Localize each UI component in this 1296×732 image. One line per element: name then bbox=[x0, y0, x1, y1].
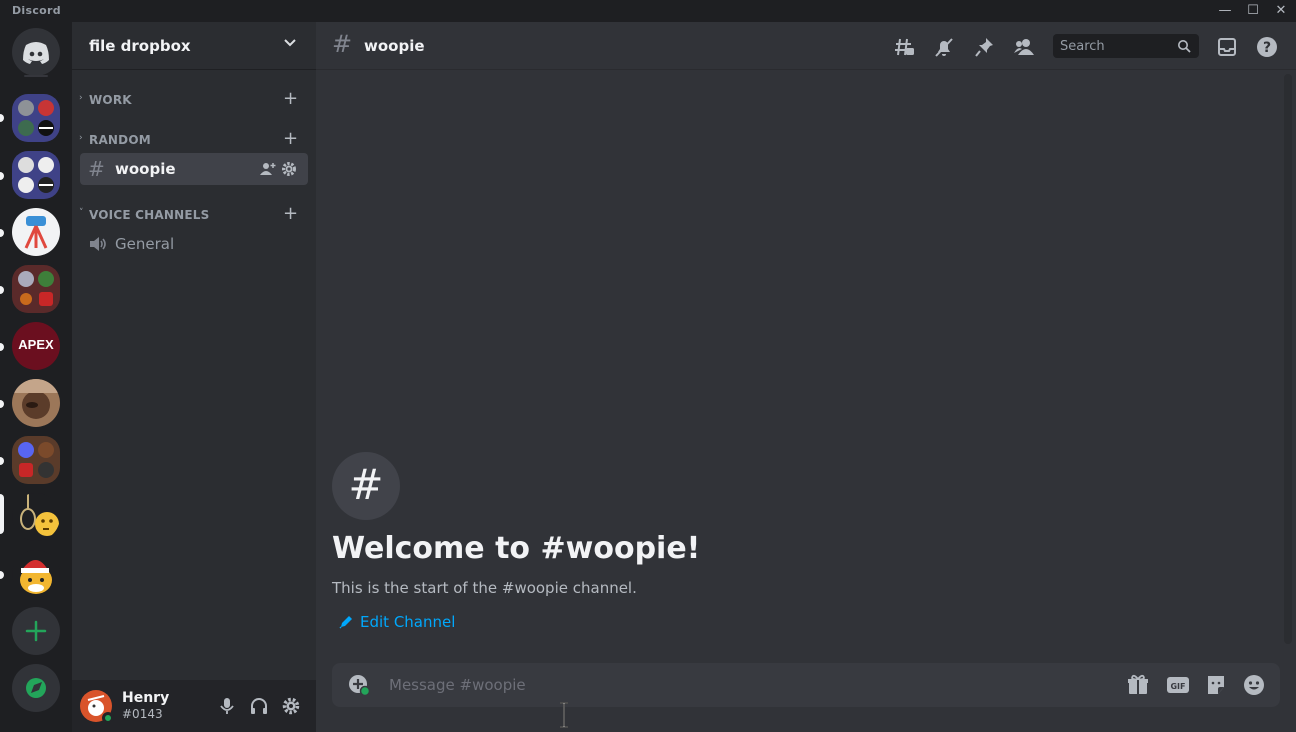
chevron-down-icon bbox=[284, 39, 296, 47]
server-noose-thinking[interactable] bbox=[12, 493, 60, 541]
unread-pill bbox=[0, 571, 4, 579]
category-label: VOICE CHANNELS bbox=[89, 208, 210, 222]
upload-plus-icon[interactable] bbox=[348, 674, 370, 696]
welcome-subtitle: This is the start of the #woopie channel… bbox=[332, 579, 637, 597]
home-discord-icon[interactable] bbox=[12, 28, 60, 76]
server-folder-2[interactable] bbox=[12, 151, 60, 199]
user-panel: Henry #0143 bbox=[72, 680, 316, 732]
user-tag: #0143 bbox=[122, 707, 163, 721]
server-avatar-person[interactable] bbox=[12, 379, 60, 427]
category-random[interactable]: › RANDOM + bbox=[72, 129, 316, 150]
speaker-icon bbox=[90, 237, 106, 251]
server-folder-1[interactable] bbox=[12, 94, 60, 142]
chat-header: # woopie Search ? bbox=[316, 22, 1296, 70]
notification-muted-icon[interactable] bbox=[933, 36, 955, 58]
server-folder-4[interactable] bbox=[12, 436, 60, 484]
message-composer[interactable]: Message #woopie GIF bbox=[332, 663, 1280, 707]
microphone-icon[interactable] bbox=[217, 696, 237, 716]
unread-pill bbox=[0, 229, 4, 237]
emoji-icon[interactable] bbox=[1242, 673, 1266, 697]
unread-pill bbox=[0, 457, 4, 465]
search-icon bbox=[1178, 40, 1191, 53]
category-label: WORK bbox=[89, 93, 132, 107]
guild-separator bbox=[24, 75, 48, 77]
create-channel-icon[interactable]: + bbox=[283, 129, 298, 149]
user-settings-gear-icon[interactable] bbox=[281, 696, 301, 716]
sticker-icon[interactable] bbox=[1204, 673, 1228, 697]
close-button[interactable]: ✕ bbox=[1267, 1, 1295, 21]
server-folder-3[interactable] bbox=[12, 265, 60, 313]
invite-icon[interactable] bbox=[260, 161, 276, 177]
svg-text:?: ? bbox=[1263, 40, 1271, 56]
maximize-button[interactable]: ☐ bbox=[1239, 1, 1267, 21]
voice-channel-general[interactable]: General bbox=[80, 228, 308, 260]
chat-area: # woopie Search ? # Welcome to #woopie! … bbox=[316, 22, 1296, 732]
title-bar: Discord — ☐ ✕ bbox=[0, 0, 1296, 22]
text-channel-icon: # bbox=[88, 157, 105, 181]
chevron-right-icon: › bbox=[79, 133, 83, 143]
unread-pill bbox=[0, 172, 4, 180]
server-header[interactable]: file dropbox bbox=[72, 22, 316, 70]
channel-woopie[interactable]: # woopie bbox=[80, 153, 308, 185]
chevron-down-icon: ˅ bbox=[79, 208, 84, 218]
pencil-icon bbox=[339, 616, 352, 629]
edit-channel-label: Edit Channel bbox=[360, 613, 456, 631]
category-label: RANDOM bbox=[89, 133, 151, 147]
server-apex[interactable]: APEX bbox=[12, 322, 60, 370]
server-list: APEX bbox=[0, 22, 72, 732]
minimize-button[interactable]: — bbox=[1211, 1, 1239, 21]
search-input[interactable]: Search bbox=[1053, 34, 1199, 58]
svg-text:GIF: GIF bbox=[1170, 682, 1185, 691]
search-placeholder: Search bbox=[1060, 39, 1105, 54]
channel-name: woopie bbox=[115, 160, 176, 178]
help-icon[interactable]: ? bbox=[1256, 36, 1278, 58]
app-title: Discord bbox=[12, 4, 61, 17]
selected-pill bbox=[0, 494, 4, 534]
channel-sidebar: file dropbox › WORK + › RANDOM + # woopi… bbox=[72, 22, 316, 732]
svg-text:APEX: APEX bbox=[18, 337, 54, 352]
add-server-icon[interactable] bbox=[12, 607, 60, 655]
threads-icon[interactable] bbox=[893, 36, 915, 58]
unread-pill bbox=[0, 114, 4, 122]
welcome-title: Welcome to #woopie! bbox=[332, 531, 701, 566]
unread-pill bbox=[0, 343, 4, 351]
username[interactable]: Henry bbox=[122, 690, 169, 706]
text-cursor-icon bbox=[560, 702, 568, 728]
explore-icon[interactable] bbox=[12, 664, 60, 712]
pin-icon[interactable] bbox=[973, 36, 995, 58]
message-input[interactable]: Message #woopie bbox=[389, 676, 526, 694]
gift-icon[interactable] bbox=[1126, 673, 1150, 697]
status-indicator bbox=[102, 712, 114, 724]
text-channel-icon: # bbox=[332, 30, 353, 58]
headphones-icon[interactable] bbox=[249, 696, 269, 716]
create-channel-icon[interactable]: + bbox=[283, 89, 298, 109]
welcome-hash-icon: # bbox=[332, 452, 400, 520]
scrollbar[interactable] bbox=[1284, 74, 1292, 644]
unread-pill bbox=[0, 400, 4, 408]
channel-title: woopie bbox=[364, 37, 425, 55]
unread-pill bbox=[0, 286, 4, 294]
settings-gear-icon[interactable] bbox=[281, 161, 297, 177]
gif-icon[interactable]: GIF bbox=[1166, 673, 1190, 697]
chevron-right-icon: › bbox=[79, 93, 83, 103]
inbox-icon[interactable] bbox=[1216, 36, 1238, 58]
member-list-icon[interactable] bbox=[1013, 36, 1035, 58]
server-name: file dropbox bbox=[89, 37, 191, 55]
category-work[interactable]: › WORK + bbox=[72, 89, 316, 110]
create-channel-icon[interactable]: + bbox=[283, 204, 298, 224]
channel-name: General bbox=[115, 235, 175, 253]
server-telescope[interactable] bbox=[12, 208, 60, 256]
category-voice-channels[interactable]: ˅ VOICE CHANNELS + bbox=[72, 204, 316, 225]
server-santa-bee[interactable] bbox=[12, 550, 60, 598]
